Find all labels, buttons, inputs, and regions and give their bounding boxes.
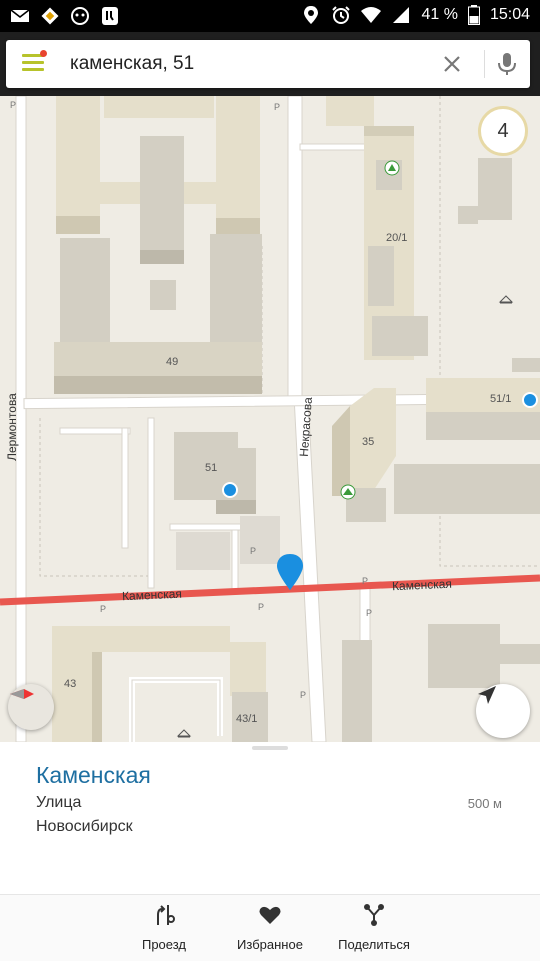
location-pin-icon[interactable] (277, 554, 303, 590)
menu-icon[interactable] (22, 50, 47, 74)
poi-dot[interactable] (222, 482, 238, 498)
gray-poi-icon[interactable] (176, 729, 192, 738)
parking-mark: P (100, 604, 107, 614)
divider (484, 50, 485, 78)
action-bar: Проезд Избранное Поделиться (0, 894, 540, 961)
poi-dot[interactable] (522, 392, 538, 408)
status-bar: 41 % 15:04 (0, 0, 540, 32)
place-city: Новосибирск (36, 818, 133, 835)
green-poi-icon[interactable] (384, 160, 400, 176)
app-badge-icon (102, 7, 118, 25)
navigation-arrow-icon (478, 686, 496, 704)
notification-dot (40, 50, 47, 57)
house-number: 51/1 (490, 393, 512, 405)
green-poi-icon[interactable] (340, 484, 356, 500)
search-bar (6, 40, 530, 88)
compass-icon (10, 689, 34, 699)
zoom-level-value: 4 (497, 119, 509, 142)
clock: 15:04 (489, 6, 530, 23)
app-notification-icon (71, 7, 89, 25)
map-canvas (0, 96, 540, 742)
street-label-kamenskaya: Каменская (121, 586, 183, 604)
share-button[interactable]: Поделиться (324, 903, 424, 952)
house-number: 51 (205, 462, 218, 474)
gray-poi-icon[interactable] (498, 295, 514, 304)
house-number: 49 (166, 356, 179, 368)
sheet-drag-handle[interactable] (252, 746, 288, 750)
favorites-button[interactable]: Избранное (220, 903, 320, 952)
parking-mark: P (300, 690, 307, 700)
diamond-icon (41, 7, 59, 25)
clear-icon[interactable] (440, 52, 464, 76)
share-icon (364, 904, 384, 926)
parking-mark: P (250, 546, 257, 556)
battery-percent: 41 % (421, 6, 458, 23)
street-label-lermontova: Лермонтова (4, 393, 19, 461)
signal-icon (393, 7, 410, 23)
share-label: Поделиться (338, 937, 410, 952)
route-button[interactable]: Проезд (114, 903, 214, 952)
house-number: 43/1 (236, 713, 258, 725)
route-icon (157, 905, 175, 925)
microphone-icon[interactable] (496, 52, 518, 76)
compass-button[interactable] (8, 684, 54, 730)
route-label: Проезд (141, 937, 186, 952)
search-input[interactable] (70, 50, 420, 78)
street-label-kamenskaya: Каменская (391, 576, 453, 594)
place-card[interactable]: Каменская Улица Новосибирск 500 м (0, 742, 540, 894)
mail-icon (10, 9, 30, 22)
parking-mark: P (366, 608, 373, 618)
place-title: Каменская (36, 762, 151, 788)
location-icon (304, 6, 319, 24)
favorites-label: Избранное (237, 937, 303, 952)
zoom-level-badge[interactable]: 4 (478, 106, 528, 156)
house-number: 35 (362, 436, 375, 448)
my-location-button[interactable] (476, 684, 530, 738)
parking-mark: P (274, 102, 281, 112)
highlighted-street (0, 574, 540, 606)
alarm-icon (332, 6, 351, 24)
place-distance: 500 м (467, 796, 502, 811)
house-number: 20/1 (386, 232, 408, 244)
map-view[interactable]: 49 20/1 51/1 35 51 43 43/1 Лермонтова Не… (0, 96, 540, 742)
wifi-icon (361, 7, 382, 23)
parking-mark: P (362, 576, 369, 586)
heart-icon (259, 906, 281, 924)
battery-icon (467, 5, 480, 25)
parking-mark: P (258, 602, 265, 612)
place-type: Улица (36, 794, 82, 811)
house-number: 43 (64, 678, 77, 690)
parking-mark: P (10, 100, 17, 110)
